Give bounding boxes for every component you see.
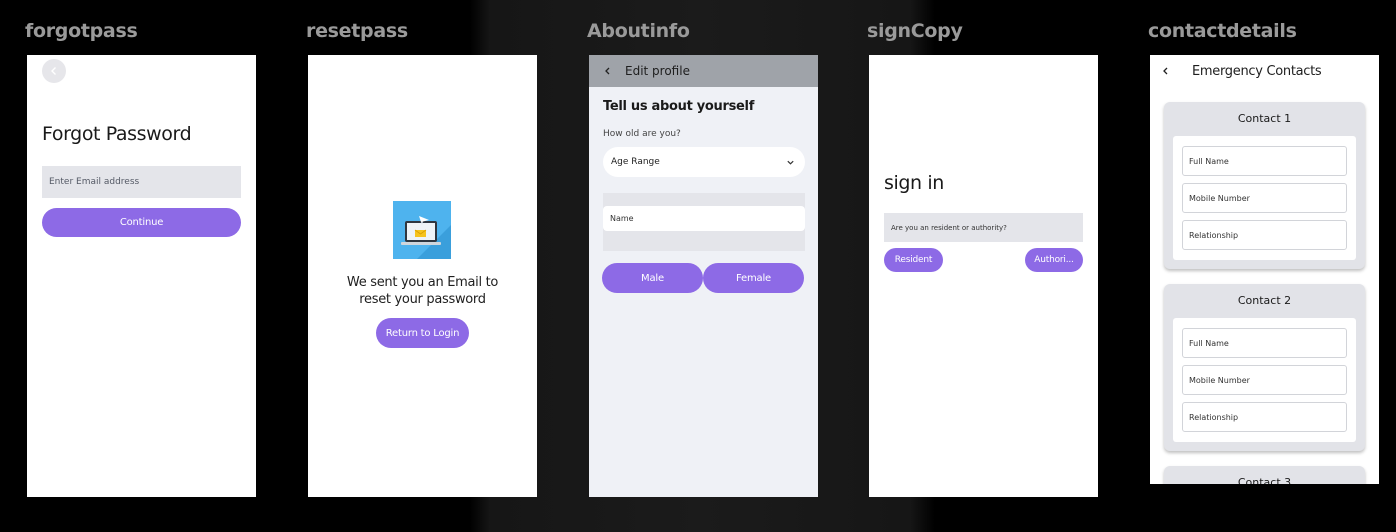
relationship-field[interactable]: Relationship <box>1182 402 1347 432</box>
contact-form: Full Name Mobile Number Relationship <box>1173 136 1356 260</box>
contact-card-1: Contact 1 Full Name Mobile Number Relati… <box>1164 102 1365 269</box>
chevron-down-icon <box>787 160 794 165</box>
aboutinfo-screen: Edit profile Tell us about yourself How … <box>589 55 818 497</box>
continue-button[interactable]: Continue <box>42 208 241 237</box>
chevron-left-icon <box>51 67 56 75</box>
relationship-field[interactable]: Relationship <box>1182 220 1347 250</box>
page-title: Forgot Password <box>42 123 192 145</box>
page-title: sign in <box>884 172 944 194</box>
section-heading: Tell us about yourself <box>603 99 755 114</box>
age-question-label: How old are you? <box>603 129 681 139</box>
header-bar: Edit profile <box>589 55 818 87</box>
reset-message-line1: We sent you an Email to <box>346 275 499 290</box>
contact-card-3: Contact 3 <box>1164 466 1365 484</box>
back-arrow-icon[interactable] <box>1161 66 1171 76</box>
forgotpass-screen: Forgot Password Enter Email address Cont… <box>27 55 256 497</box>
female-button[interactable]: Female <box>703 263 804 293</box>
header-title: Edit profile <box>625 64 690 78</box>
frame-title-resetpass: resetpass <box>306 20 408 42</box>
header-title: Emergency Contacts <box>1192 63 1322 79</box>
back-arrow-icon[interactable] <box>603 66 613 76</box>
contact-title: Contact 3 <box>1237 476 1292 484</box>
reset-message-line2: reset your password <box>359 292 486 307</box>
signcopy-screen: sign in Are you an resident or authority… <box>869 55 1098 497</box>
contact-title: Contact 1 <box>1237 112 1292 125</box>
frame-title-aboutinfo: Aboutinfo <box>587 20 690 42</box>
back-button[interactable] <box>42 59 66 83</box>
full-name-field[interactable]: Full Name <box>1182 328 1347 358</box>
contact-title: Contact 2 <box>1237 294 1292 307</box>
mobile-number-field[interactable]: Mobile Number <box>1182 365 1347 395</box>
return-to-login-button[interactable]: Return to Login <box>376 318 469 348</box>
age-range-select[interactable]: Age Range <box>603 147 805 177</box>
contactdetails-screen: Emergency Contacts Contact 1 Full Name M… <box>1150 55 1379 484</box>
contact-card-2: Contact 2 Full Name Mobile Number Relati… <box>1164 284 1365 451</box>
resident-button[interactable]: Resident <box>884 248 943 272</box>
resetpass-screen: We sent you an Email to reset your passw… <box>308 55 537 497</box>
frame-title-contactdetails: contactdetails <box>1148 20 1297 42</box>
email-input[interactable]: Enter Email address <box>42 166 241 198</box>
full-name-field[interactable]: Full Name <box>1182 146 1347 176</box>
reset-message: We sent you an Email to reset your passw… <box>308 274 537 308</box>
frame-title-signcopy: signCopy <box>867 20 963 42</box>
male-button[interactable]: Male <box>602 263 703 293</box>
header-bar: Emergency Contacts <box>1150 55 1379 87</box>
frame-title-forgotpass: forgotpass <box>25 20 138 42</box>
name-input[interactable]: Name <box>603 206 805 231</box>
role-question: Are you an resident or authority? <box>884 213 1083 242</box>
authority-button[interactable]: Authori... <box>1025 248 1083 272</box>
mobile-number-field[interactable]: Mobile Number <box>1182 183 1347 213</box>
contact-form: Full Name Mobile Number Relationship <box>1173 318 1356 442</box>
email-sent-illustration <box>393 201 451 259</box>
age-range-value: Age Range <box>611 157 660 167</box>
